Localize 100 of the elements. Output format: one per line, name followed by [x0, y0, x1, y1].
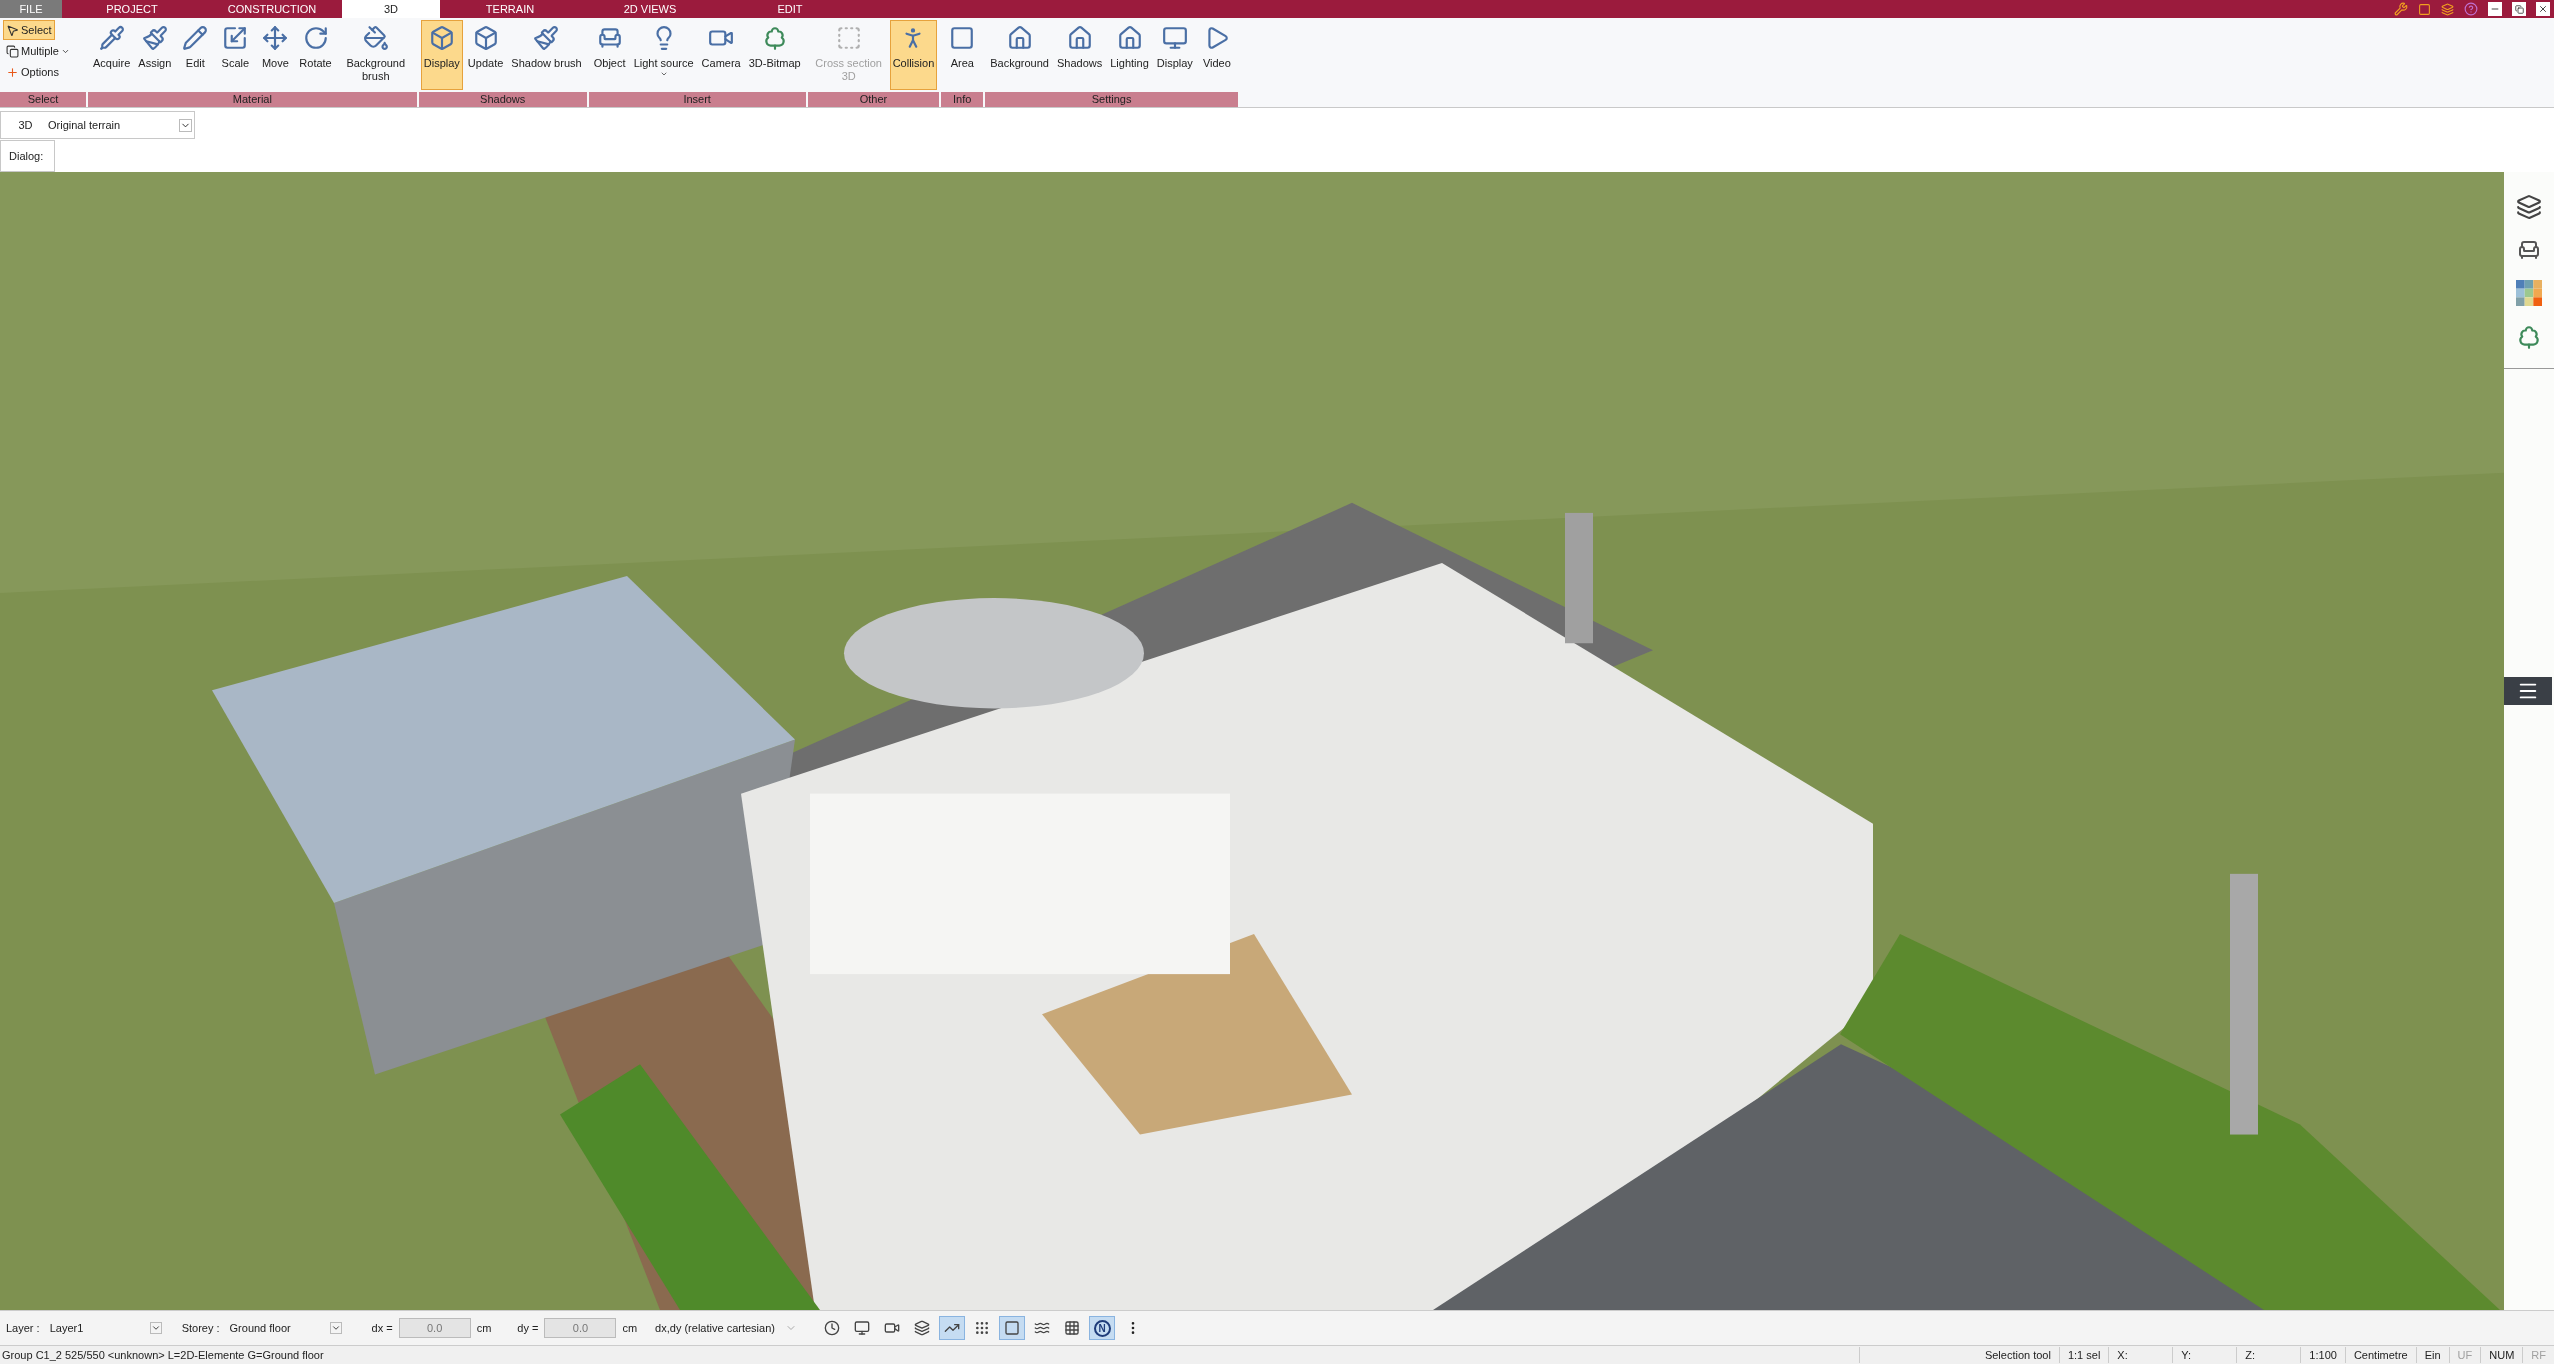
- cube-icon: [472, 25, 499, 51]
- plus-icon: [6, 65, 19, 79]
- tree-icon[interactable]: [2516, 324, 2542, 350]
- dropdown-icon: [329, 1322, 342, 1334]
- house-icon: [1066, 25, 1093, 51]
- ribbon-tab[interactable]: CONSTRUCTION: [202, 0, 342, 18]
- status-cell: X:: [2108, 1346, 2173, 1364]
- group-label: Shadows: [418, 92, 587, 107]
- status-cell: 1:100: [2300, 1346, 2345, 1364]
- ribbon-button[interactable]: Background: [987, 20, 1052, 90]
- dx-label: dx =: [371, 1320, 393, 1336]
- storey-dropdown[interactable]: Ground floor: [225, 1317, 346, 1339]
- paint-bucket-icon: [362, 25, 389, 51]
- view-selector[interactable]: 3D Original terrain: [0, 111, 195, 139]
- status-cell: Centimetre: [2344, 1346, 2416, 1364]
- layer-dropdown[interactable]: Layer1: [45, 1317, 166, 1339]
- ribbon-button[interactable]: Light source: [630, 20, 697, 90]
- cube-icon: [428, 25, 455, 51]
- group-label: Insert: [588, 92, 806, 107]
- house-icon: [1006, 25, 1033, 51]
- monitor-icon: [1161, 25, 1188, 51]
- status-cell: 1:1 sel: [2058, 1346, 2109, 1364]
- ribbon-button[interactable]: Background brush: [336, 20, 415, 90]
- ribbon-button[interactable]: Acquire: [90, 20, 134, 90]
- status-cell: Selection tool: [1858, 1346, 2059, 1364]
- panel-handle[interactable]: [2504, 677, 2552, 705]
- group-label: Other: [807, 92, 940, 107]
- ribbon-tab[interactable]: PROJECT: [62, 0, 202, 18]
- dy-label: dy =: [517, 1320, 539, 1336]
- layers-icon[interactable]: [2516, 194, 2542, 220]
- pipette-icon: [98, 25, 125, 51]
- ribbon-button[interactable]: Edit: [176, 20, 215, 90]
- ribbon-button[interactable]: 3D-Bitmap: [745, 20, 804, 90]
- grid-icon: [1064, 1320, 1081, 1336]
- ribbon-button[interactable]: Assign: [135, 20, 175, 90]
- chair-icon[interactable]: [2517, 238, 2541, 262]
- group-label: Settings: [985, 92, 1238, 107]
- ribbon-tab[interactable]: TERRAIN: [440, 0, 580, 18]
- ribbon-button[interactable]: Collision: [889, 20, 938, 90]
- chair-icon: [596, 25, 623, 51]
- palette-icon[interactable]: [2516, 280, 2542, 306]
- select-tool-button[interactable]: Select: [3, 20, 55, 40]
- texture-icon: [974, 1320, 991, 1336]
- pointer-icon: [6, 23, 19, 37]
- window-icon[interactable]: [2418, 2, 2431, 16]
- ribbon-tab[interactable]: 3D: [342, 0, 440, 18]
- ribbon-button[interactable]: Area: [943, 20, 982, 90]
- ribbon-button[interactable]: Shadows: [1053, 20, 1106, 90]
- select-tool-button[interactable]: Options: [3, 62, 62, 82]
- ribbon-button[interactable]: Rotate: [296, 20, 335, 90]
- brush-icon: [533, 25, 560, 51]
- ribbon-tab[interactable]: EDIT: [720, 0, 860, 18]
- group-label: Material: [88, 92, 417, 107]
- dropdown-icon: [149, 1322, 162, 1334]
- ribbon-tab[interactable]: 2D VIEWS: [580, 0, 720, 18]
- ribbon-button[interactable]: Shadow brush: [508, 20, 585, 90]
- ribbon-button[interactable]: Display: [1153, 20, 1196, 90]
- dy-field[interactable]: 0.0: [544, 1318, 617, 1338]
- caret-icon: [659, 70, 668, 78]
- restore-button[interactable]: [2512, 2, 2526, 16]
- ribbon-button[interactable]: Lighting: [1107, 20, 1152, 90]
- status-cell: NUM: [2480, 1346, 2523, 1364]
- scale-icon: [222, 25, 249, 51]
- coordinate-mode-dropdown[interactable]: dx,dy (relative cartesian): [651, 1317, 802, 1339]
- ribbon-button[interactable]: Display: [420, 20, 463, 90]
- tools-icon[interactable]: [2394, 2, 2408, 16]
- brush-icon: [141, 25, 168, 51]
- restore-icon: [2514, 4, 2524, 14]
- ribbon-button[interactable]: Update: [464, 20, 507, 90]
- view-toggle[interactable]: [939, 1316, 966, 1340]
- layers-icon: [914, 1320, 931, 1336]
- status-info: Group C1_2 525/550 <unknown> L=2D-Elemente G=Ground floor: [1, 1347, 325, 1363]
- dropdown-icon: [179, 118, 192, 132]
- close-icon: [2538, 4, 2548, 14]
- select-tool-button[interactable]: Multiple: [3, 41, 73, 61]
- dx-field[interactable]: 0.0: [398, 1318, 471, 1338]
- ribbon-button[interactable]: Video: [1197, 20, 1236, 90]
- close-button[interactable]: [2536, 2, 2550, 16]
- layer-label: Layer :: [6, 1320, 40, 1336]
- ribbon-button[interactable]: Camera: [698, 20, 744, 90]
- status-cell: UF: [2448, 1346, 2481, 1364]
- camera-icon: [884, 1320, 901, 1336]
- status-cell: Y:: [2172, 1346, 2237, 1364]
- view-toggle[interactable]: [999, 1316, 1026, 1340]
- group-label: Info: [941, 92, 984, 107]
- ribbon-button[interactable]: Scale: [216, 20, 255, 90]
- dx-unit: cm: [476, 1320, 492, 1336]
- move-icon: [262, 25, 289, 51]
- storey-label: Storey :: [181, 1320, 220, 1336]
- area-icon: [949, 25, 976, 51]
- plane-icon: [1004, 1320, 1021, 1336]
- clock-icon: [824, 1320, 841, 1336]
- monitor-icon: [854, 1320, 871, 1336]
- ribbon-button[interactable]: Move: [256, 20, 295, 90]
- terrain-value: Original terrain: [48, 117, 122, 133]
- north-toggle[interactable]: N: [1089, 1316, 1116, 1340]
- pencil-icon: [182, 25, 209, 51]
- rotate-icon: [302, 25, 329, 51]
- ribbon-button[interactable]: Object: [590, 20, 629, 90]
- ribbon-tab[interactable]: FILE: [0, 0, 62, 18]
